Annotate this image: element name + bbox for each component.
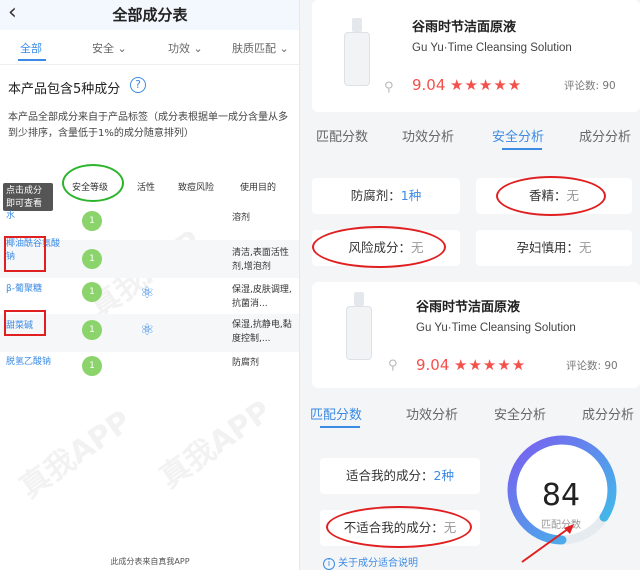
rating-stars: ★★★★★ (454, 356, 527, 374)
tab-efficacy-analysis[interactable]: 功效分析 (406, 404, 458, 423)
suitable-ingredients-stat: 适合我的成分：2种 (320, 458, 480, 494)
watermark: 真我APP (13, 404, 138, 506)
ingredient-purpose: 保湿,抗静电,黏度控制,... (232, 320, 292, 344)
ingredient-count: 本产品包含5种成分 (8, 82, 121, 97)
review-count: 评论数: 90 (566, 360, 618, 372)
source-footer: 此成分表来自真我APP (110, 557, 190, 566)
safety-level-badge: 1 (82, 356, 102, 376)
tab-safety[interactable]: 安全 ⌄ (92, 40, 127, 56)
match-score-value: 84 (541, 478, 581, 513)
tab-efficacy-analysis[interactable]: 功效分析 (402, 126, 454, 145)
rating-stars: ★★★★★ (450, 76, 523, 94)
stat-value: 1种 (400, 188, 422, 203)
column-purpose: 使用目的 (240, 183, 277, 193)
annotation-arrow (521, 524, 574, 563)
product-name: 谷雨时节洁面原液 (416, 300, 521, 315)
product-name: 谷雨时节洁面原液 (412, 20, 517, 35)
active-tab-indicator (18, 59, 46, 61)
tab-skin-match[interactable]: 肤质匹配 ⌄ (232, 40, 289, 56)
page-title: 全部成分表 (112, 6, 188, 24)
ingredient-purpose: 清洁,表面活性剂,增泡剂 (232, 248, 289, 272)
active-tab-indicator (320, 426, 360, 428)
stat-label: 适合我的成分： (346, 468, 434, 483)
match-explanation-link[interactable]: i 关于成分适合说明 (323, 554, 418, 570)
info-icon: i (323, 558, 335, 570)
divider (0, 64, 300, 65)
risk-highlight (312, 226, 446, 268)
unsuitable-highlight (326, 506, 472, 548)
ingredient-purpose: 溶剂 (232, 213, 251, 223)
product-score: 9.04 (412, 76, 446, 94)
review-count: 评论数: 90 (564, 80, 616, 92)
product-image (342, 292, 376, 362)
ingredient-list-panel: 真我APP 真我APP 真我APP ‹ 全部成分表 全部 安全 ⌄ 功效 ⌄ 肤… (0, 0, 300, 570)
stat-value: 无 (579, 240, 592, 255)
safety-level-badge: 1 (82, 282, 102, 302)
tab-efficacy[interactable]: 功效 ⌄ (168, 40, 203, 56)
product-english-name: Gu Yu·Time Cleansing Solution (416, 322, 576, 334)
safety-level-badge: 1 (82, 211, 102, 231)
stat-label: 孕妇慎用： (516, 240, 579, 255)
safety-level-badge: 1 (82, 249, 102, 269)
watermark: 真我APP (153, 394, 278, 496)
ingredient-purpose: 防腐剂 (232, 358, 260, 368)
product-english-name: Gu Yu·Time Cleansing Solution (412, 42, 572, 54)
tab-match-score[interactable]: 匹配分数 (316, 126, 368, 145)
ingredient-name[interactable]: 脱氢乙酸钠 (6, 356, 62, 369)
tap-hint-tooltip: 点击成分即可查看 (3, 183, 53, 211)
ingredient-highlight-box (4, 236, 46, 272)
link-label: 关于成分适合说明 (338, 558, 418, 569)
product-score: 9.04 (416, 356, 450, 374)
tab-ingredient-analysis[interactable]: 成分分析 (579, 126, 631, 145)
ingredient-purpose: 保湿,皮肤调理,抗菌消... (232, 285, 292, 309)
search-icon: ⚲ (384, 80, 394, 95)
molecule-icon: ⚛ (140, 320, 155, 339)
fragrance-highlight (496, 176, 606, 216)
safety-level-badge: 1 (82, 320, 102, 340)
help-icon[interactable]: ? (130, 77, 146, 93)
pregnancy-caution-stat: 孕妇慎用：无 (476, 230, 632, 266)
stat-label: 防腐剂： (350, 188, 401, 203)
tab-ingredient-analysis[interactable]: 成分分析 (582, 404, 634, 423)
tab-safety-analysis[interactable]: 安全分析 (492, 126, 544, 145)
tab-safety-analysis[interactable]: 安全分析 (494, 404, 546, 423)
ingredient-description: 本产品全部成分来自于产品标签（成分表根据单一成分含量从多到少排序，含量低于1%的… (8, 112, 288, 139)
product-image (340, 18, 374, 88)
preservative-stat: 防腐剂：1种 (312, 178, 460, 214)
molecule-icon: ⚛ (140, 283, 155, 302)
search-icon: ⚲ (388, 358, 398, 373)
ingredient-name[interactable]: 水 (6, 210, 62, 223)
tab-match-score[interactable]: 匹配分数 (310, 404, 362, 423)
ingredient-name[interactable]: β-葡聚糖 (6, 283, 62, 296)
stat-value: 2种 (433, 468, 454, 483)
tab-all[interactable]: 全部 (20, 40, 42, 56)
column-acne-risk: 致痘风险 (178, 183, 215, 193)
ingredient-highlight-box (4, 310, 46, 336)
safety-column-highlight (62, 164, 124, 202)
active-tab-indicator (502, 148, 542, 150)
column-active: 活性 (137, 183, 156, 193)
